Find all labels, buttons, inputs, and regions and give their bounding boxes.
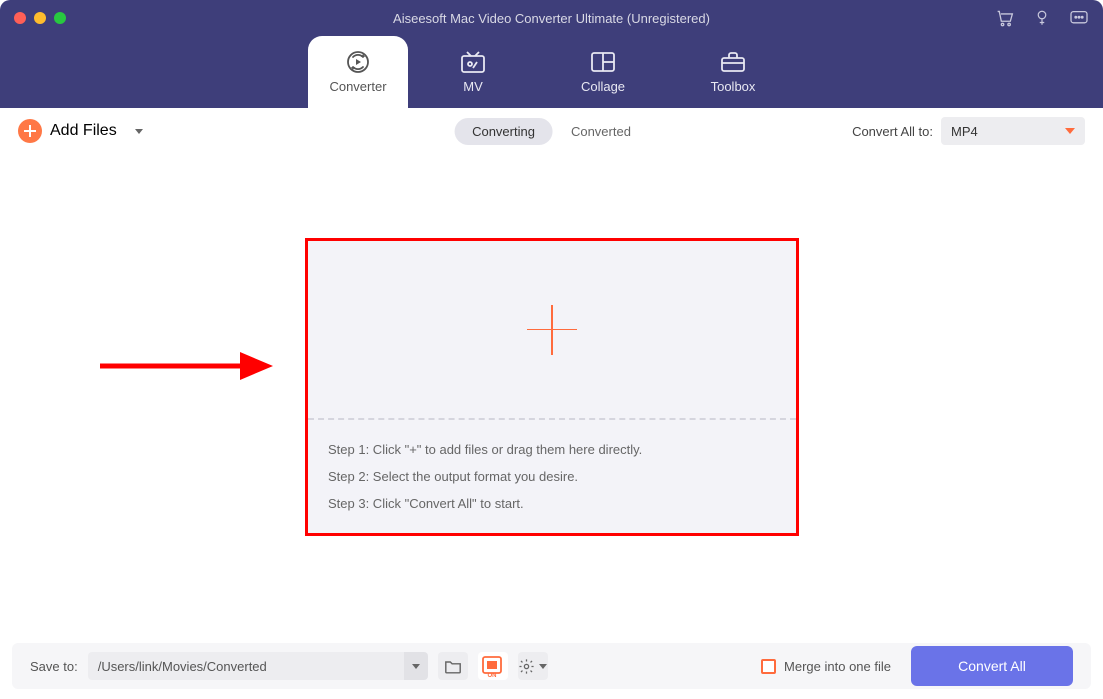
svg-text:ON: ON	[487, 673, 496, 678]
convert-icon	[344, 51, 372, 73]
tab-label: Collage	[581, 79, 625, 94]
merge-label: Merge into one file	[784, 659, 891, 674]
selected-format: MP4	[951, 124, 978, 139]
segment-converting[interactable]: Converting	[454, 118, 553, 145]
tab-toolbox[interactable]: Toolbox	[668, 36, 798, 108]
file-dropzone[interactable]: Step 1: Click "+" to add files or drag t…	[305, 238, 799, 536]
mv-icon	[459, 51, 487, 73]
toolbox-icon	[719, 51, 747, 73]
add-files-label: Add Files	[50, 122, 117, 140]
step-2: Step 2: Select the output format you des…	[328, 469, 776, 484]
convert-all-button[interactable]: Convert All	[911, 646, 1073, 686]
chevron-down-icon	[539, 664, 547, 669]
maximize-window-button[interactable]	[54, 12, 66, 24]
cart-icon[interactable]	[995, 9, 1015, 27]
tab-label: MV	[463, 79, 483, 94]
key-icon[interactable]	[1033, 9, 1051, 27]
plus-icon	[18, 119, 42, 143]
main-nav: Converter MV Collage Toolbox	[0, 36, 1103, 108]
convert-all-to-label: Convert All to:	[852, 124, 933, 139]
save-path-field[interactable]: /Users/link/Movies/Converted	[88, 652, 404, 680]
tab-label: Toolbox	[711, 79, 756, 94]
tab-mv[interactable]: MV	[408, 36, 538, 108]
output-format-select[interactable]: MP4	[941, 117, 1085, 145]
feedback-icon[interactable]	[1069, 10, 1089, 26]
window-title: Aiseesoft Mac Video Converter Ultimate (…	[393, 11, 710, 26]
main-content: Step 1: Click "+" to add files or drag t…	[0, 154, 1103, 669]
step-3: Step 3: Click "Convert All" to start.	[328, 496, 776, 511]
tab-collage[interactable]: Collage	[538, 36, 668, 108]
save-path-dropdown-button[interactable]	[404, 652, 428, 680]
merge-checkbox[interactable]	[761, 659, 776, 674]
footer-bar: Save to: /Users/link/Movies/Converted ON…	[12, 643, 1091, 689]
step-1: Step 1: Click "+" to add files or drag t…	[328, 442, 776, 457]
tab-converter[interactable]: Converter	[308, 36, 408, 108]
save-to-label: Save to:	[30, 659, 78, 674]
instruction-steps: Step 1: Click "+" to add files or drag t…	[308, 420, 796, 533]
annotation-arrow	[95, 346, 275, 391]
chevron-down-icon[interactable]	[135, 129, 143, 134]
tab-label: Converter	[329, 79, 386, 94]
open-folder-button[interactable]	[438, 652, 468, 680]
big-plus-icon[interactable]	[527, 305, 577, 355]
conversion-status-segments: Converting Converted	[454, 118, 649, 145]
collage-icon	[589, 51, 617, 73]
segment-converted[interactable]: Converted	[553, 118, 649, 145]
settings-button[interactable]	[518, 652, 548, 680]
toolbar: Add Files Converting Converted Convert A…	[0, 108, 1103, 154]
gpu-acceleration-button[interactable]: ON	[478, 652, 508, 680]
titlebar: Aiseesoft Mac Video Converter Ultimate (…	[0, 0, 1103, 36]
minimize-window-button[interactable]	[34, 12, 46, 24]
close-window-button[interactable]	[14, 12, 26, 24]
caret-down-icon	[1065, 128, 1075, 134]
add-files-button[interactable]: Add Files	[18, 119, 143, 143]
